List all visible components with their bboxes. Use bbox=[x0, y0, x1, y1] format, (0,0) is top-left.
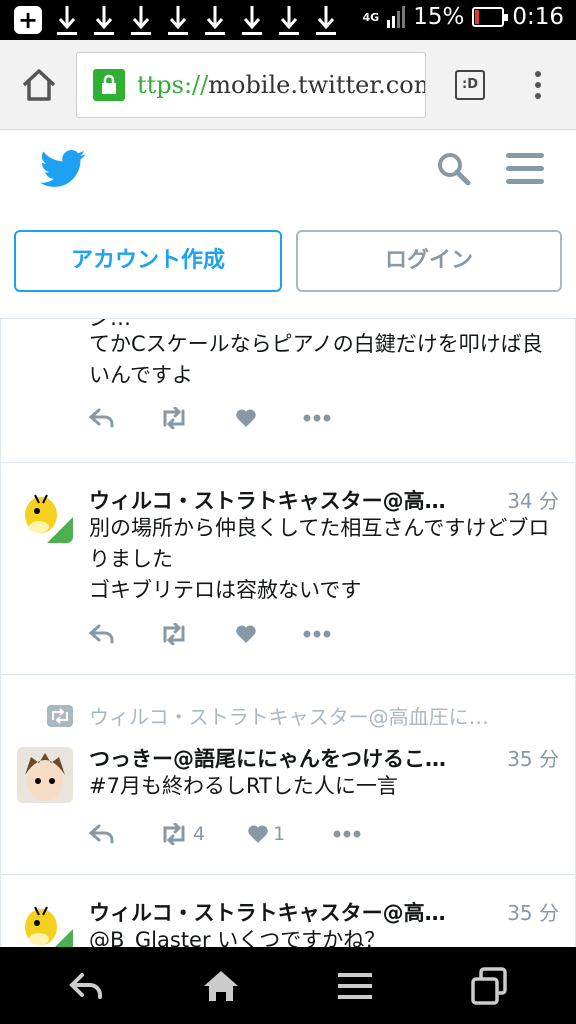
tweet-author-name[interactable]: ウィルコ・ストラトキャスター@高… bbox=[89, 485, 489, 515]
download-icon bbox=[205, 6, 225, 35]
home-icon[interactable] bbox=[20, 66, 58, 104]
like-icon[interactable] bbox=[247, 824, 269, 844]
back-icon[interactable] bbox=[68, 967, 106, 1005]
download-icon bbox=[94, 6, 114, 35]
search-icon[interactable] bbox=[436, 151, 472, 187]
url-host: mobile.twitter.com/ bbox=[208, 71, 426, 99]
tweet-text: てかCスケールならピアノの白鍵だけを叩けば良いんですよ bbox=[89, 332, 543, 387]
retweet-icon[interactable] bbox=[159, 623, 189, 645]
tweet-text: #7月も終わるしRTした人に一言 bbox=[89, 774, 398, 798]
more-icon[interactable] bbox=[333, 830, 361, 838]
twitter-header: アカウント作成 ログイン bbox=[0, 131, 576, 319]
like-icon[interactable] bbox=[235, 624, 257, 644]
url-text: ttps://mobile.twitter.com/ bbox=[137, 71, 426, 99]
tweet[interactable]: ウィルコ・ストラトキャスター@高… 35 分 @B_Glaster いくつですか… bbox=[0, 875, 576, 947]
tweet-actions bbox=[89, 407, 331, 429]
menu-nav-icon[interactable] bbox=[336, 967, 374, 1005]
lock-icon bbox=[93, 69, 125, 101]
tweet-time[interactable]: 35 分 bbox=[507, 743, 559, 772]
battery-icon bbox=[472, 7, 509, 27]
download-icon bbox=[57, 6, 77, 35]
tweet[interactable]: ジ… てかCスケールならピアノの白鍵だけを叩けば良いんですよ bbox=[0, 319, 576, 463]
like-count: 1 bbox=[273, 823, 286, 845]
retweet-icon[interactable] bbox=[159, 823, 189, 845]
tweet[interactable]: ウィルコ・ストラトキャスター@高… 34 分 別の場所から仲良くしてた相互さんで… bbox=[0, 463, 576, 675]
twitter-bird-logo[interactable] bbox=[40, 149, 86, 189]
home-nav-icon[interactable] bbox=[202, 967, 240, 1005]
timeline: ジ… てかCスケールならピアノの白鍵だけを叩けば良いんですよ ウィルコ・ストラト… bbox=[0, 319, 576, 947]
url-bar[interactable]: ttps://mobile.twitter.com/ bbox=[76, 52, 426, 118]
recent-apps-icon[interactable] bbox=[470, 967, 508, 1005]
tweet-time[interactable]: 34 分 bbox=[507, 485, 559, 514]
reply-icon[interactable] bbox=[89, 407, 115, 429]
system-nav-bar bbox=[0, 947, 576, 1024]
avatar[interactable] bbox=[17, 487, 73, 543]
retweet-icon[interactable] bbox=[159, 407, 189, 429]
reply-icon[interactable] bbox=[89, 623, 115, 645]
avatar[interactable] bbox=[17, 747, 73, 803]
tweet-author-name[interactable]: ウィルコ・ストラトキャスター@高… bbox=[89, 897, 489, 927]
overflow-menu-icon[interactable] bbox=[530, 68, 546, 102]
tweet-time[interactable]: 35 分 bbox=[507, 897, 559, 926]
reply-icon[interactable] bbox=[89, 823, 115, 845]
download-icon bbox=[279, 6, 299, 35]
tweet-actions bbox=[89, 623, 331, 645]
retweet-count: 4 bbox=[193, 823, 206, 845]
download-icon bbox=[316, 6, 336, 35]
url-scheme: ttps:// bbox=[137, 71, 209, 99]
notification-plus-icon: + bbox=[14, 6, 42, 34]
tab-switcher-button[interactable]: :D bbox=[455, 70, 485, 100]
signup-button[interactable]: アカウント作成 bbox=[14, 230, 282, 292]
retweet-context[interactable]: ウィルコ・ストラトキャスター@高血圧に… bbox=[89, 701, 565, 730]
hamburger-menu-icon[interactable] bbox=[506, 153, 544, 185]
clock: 0:16 bbox=[512, 4, 564, 30]
battery-percent: 15% bbox=[413, 4, 465, 30]
login-button[interactable]: ログイン bbox=[296, 230, 562, 292]
download-icon bbox=[168, 6, 188, 35]
retweeted-icon bbox=[47, 705, 73, 727]
tweet-text: @B_Glaster いくつですかね？ bbox=[89, 928, 386, 947]
browser-toolbar: ttps://mobile.twitter.com/ :D bbox=[0, 40, 576, 130]
tweet-author-name[interactable]: つっきー@語尾ににゃんをつけるこ… bbox=[89, 743, 489, 773]
status-bar: + 4G 15% 0:16 bbox=[0, 0, 576, 40]
like-icon[interactable] bbox=[235, 408, 257, 428]
avatar[interactable] bbox=[17, 899, 73, 947]
battery-level bbox=[475, 10, 480, 24]
tweet[interactable]: ウィルコ・ストラトキャスター@高血圧に… つっきー@語尾ににゃんをつけるこ… 3… bbox=[0, 675, 576, 875]
tweet-actions: 4 1 bbox=[89, 823, 361, 845]
tweet-text: 別の場所から仲良くしてた相互さんですけどブロりました ゴキブリテロは容赦ないです bbox=[89, 516, 550, 602]
network-type: 4G bbox=[362, 10, 380, 24]
signal-icon bbox=[387, 6, 406, 28]
download-icon bbox=[242, 6, 262, 35]
more-icon[interactable] bbox=[303, 414, 331, 422]
download-icon bbox=[131, 6, 151, 35]
more-icon[interactable] bbox=[303, 630, 331, 638]
